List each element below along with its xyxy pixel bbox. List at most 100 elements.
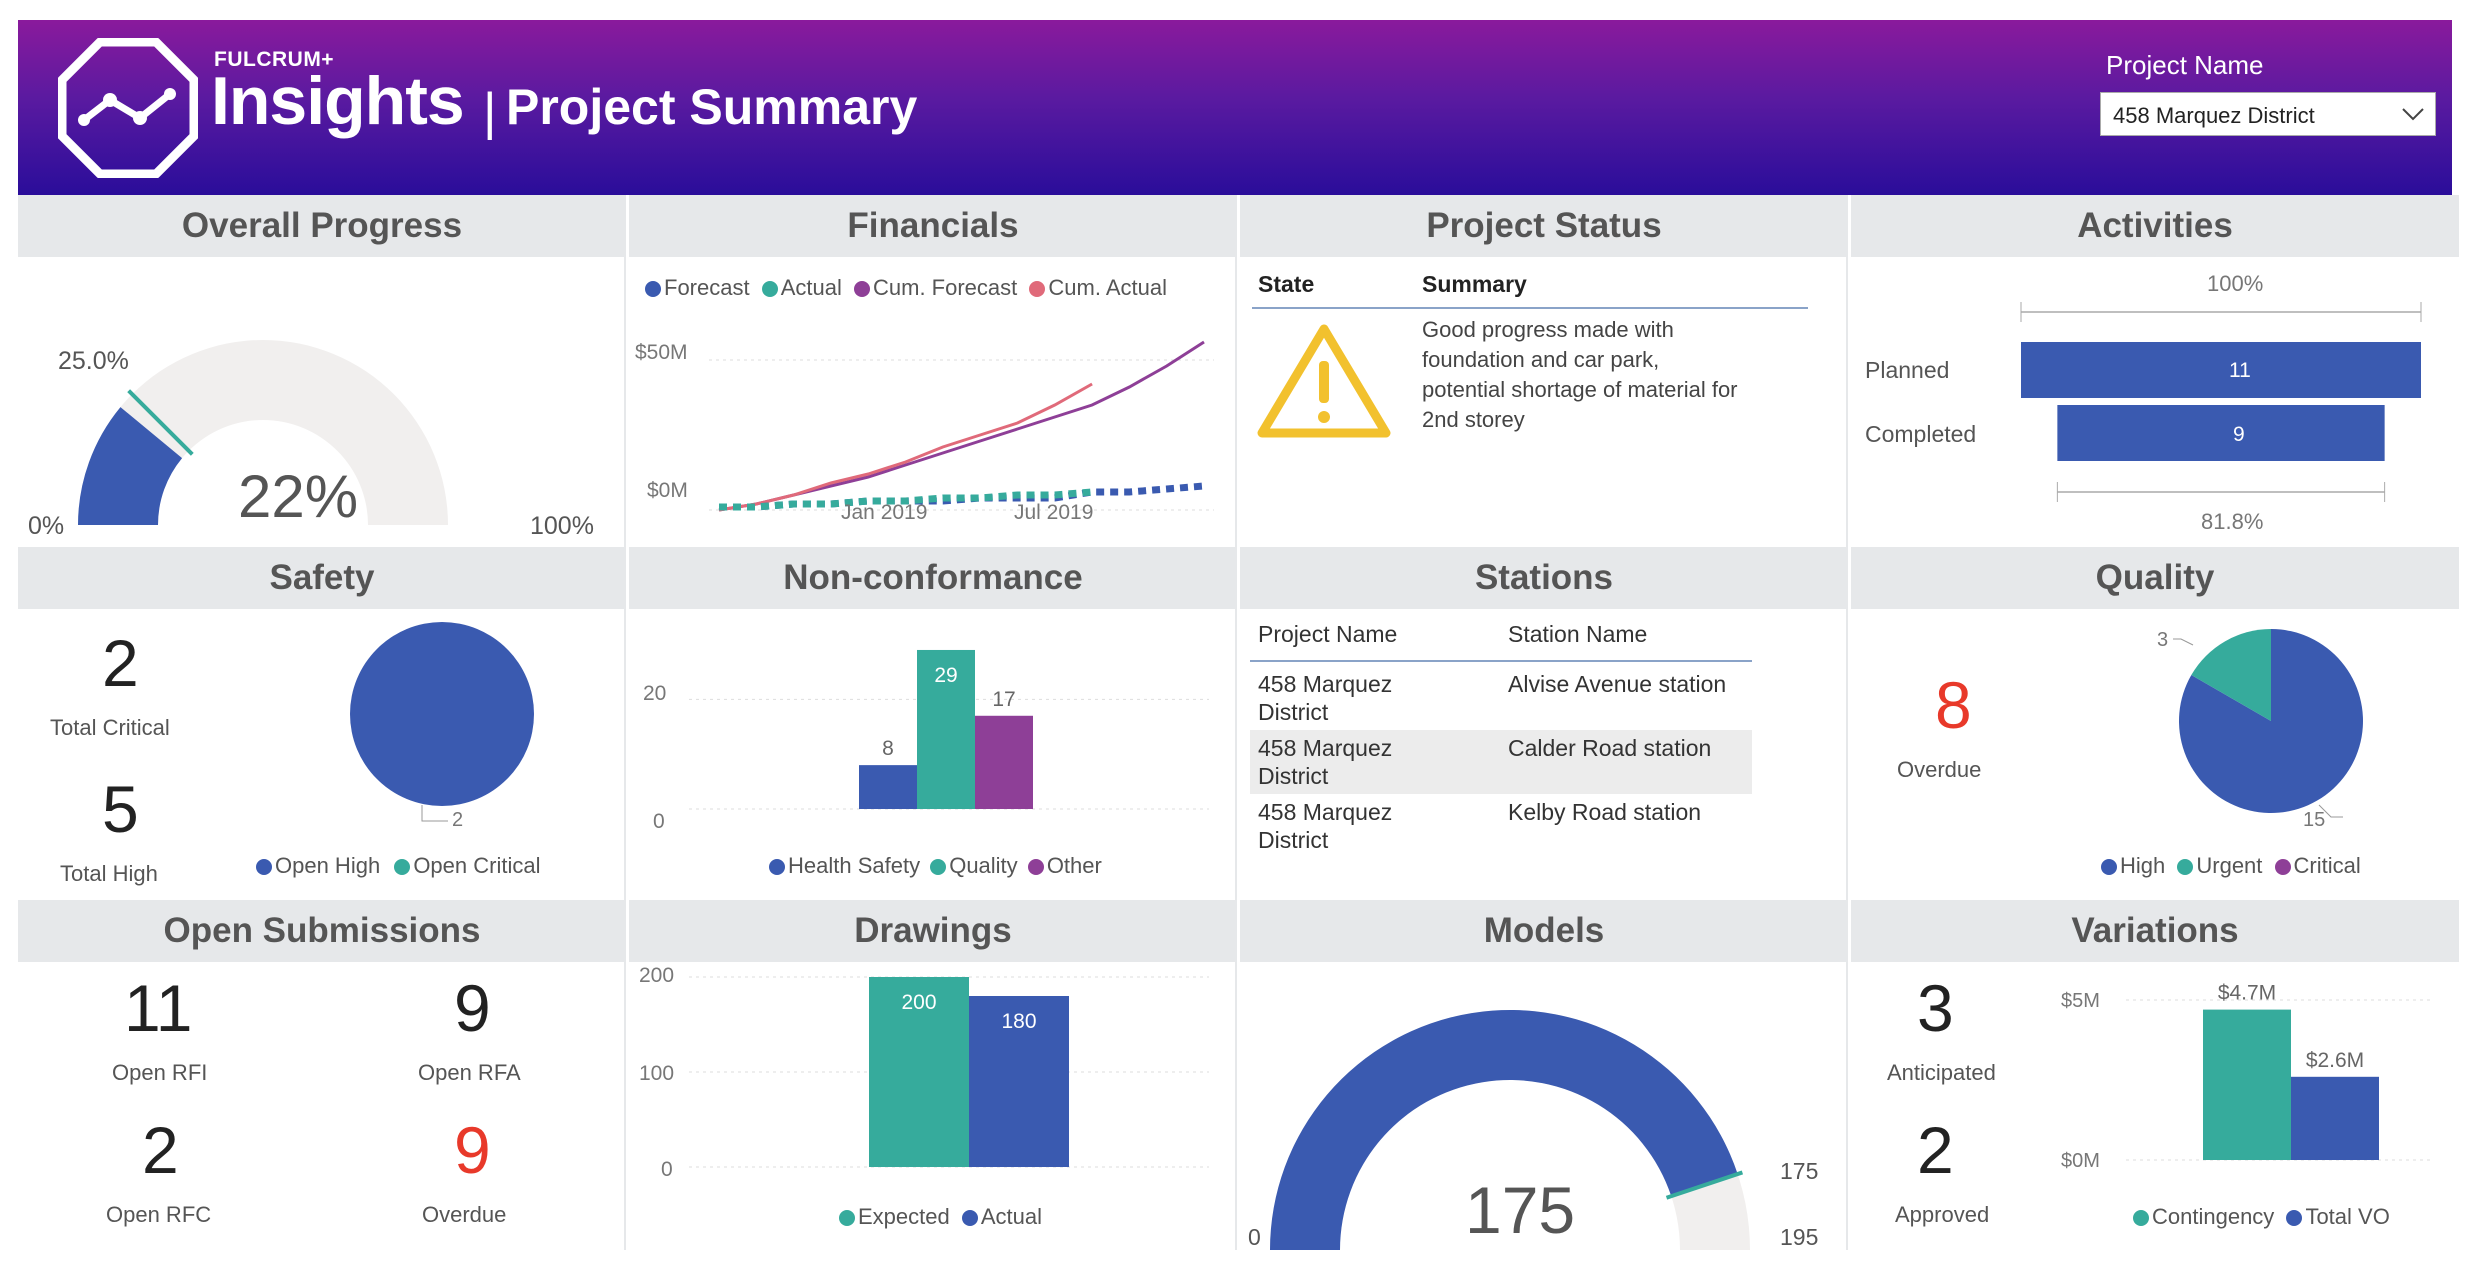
table-cell-project: 458 Marquez District	[1250, 794, 1500, 858]
panel-title: Drawings	[629, 900, 1237, 962]
open-rfc-label: Open RFC	[106, 1202, 212, 1227]
activities-panel: Activities 100% Planned Completed 11 9 8…	[1851, 195, 2459, 545]
panel-title: Project Status	[1240, 195, 1848, 257]
bar-value-label: 8	[882, 737, 894, 760]
submissions-overdue-value: 9	[454, 1113, 491, 1187]
series-line-cum-forecast	[718, 340, 1205, 512]
financials-line-chart	[709, 340, 1214, 512]
panel-title: Stations	[1240, 547, 1848, 609]
overall-progress-panel: Overall Progress 22% 25.0% 0% 100%	[18, 195, 626, 545]
legend-swatch	[2274, 859, 2291, 875]
table-cell-station: Kelby Road station	[1508, 799, 1702, 825]
header-banner: FULCRUM+ Insights | Project Summary Proj…	[18, 20, 2452, 195]
cell-text: District	[1258, 763, 1329, 789]
table-row[interactable]: 458 Marquez District Kelby Road station	[1250, 794, 1752, 858]
bar-value-label: 17	[992, 688, 1015, 711]
legend-label: Health Safety	[788, 853, 921, 878]
dashboard: FULCRUM+ Insights | Project Summary Proj…	[18, 20, 2459, 1250]
legend-swatch	[2133, 1210, 2149, 1226]
funnel-bottom-label: 81.8%	[2201, 509, 2264, 534]
brand-separator: |	[483, 83, 497, 141]
legend-swatch	[2177, 859, 2194, 875]
quality-legend: High Urgent Critical	[2101, 853, 2361, 879]
gauge-min-label: 0	[1248, 1224, 1261, 1250]
table-cell-station: Alvise Avenue station	[1508, 671, 1727, 697]
financials-panel: Financials Forecast Actual Cum. Forecast…	[629, 195, 1237, 545]
cell-text: District	[1258, 699, 1329, 725]
legend-label: Urgent	[2196, 853, 2263, 878]
gauge-max-label: 100%	[530, 512, 594, 540]
legend-label: High	[2120, 853, 2166, 878]
summary-line: foundation and car park,	[1422, 347, 1660, 372]
activities-funnel-chart	[2020, 302, 2422, 502]
summary-line: Good progress made with	[1422, 317, 1674, 342]
nonconformance-legend: Health Safety Quality Other	[769, 853, 1102, 879]
bar-value-label: 200	[901, 991, 936, 1014]
x-tick: Jul 2019	[1014, 501, 1094, 524]
legend-swatch	[769, 859, 785, 875]
table-row[interactable]: 458 Marquez District Calder Road station	[1250, 730, 1752, 794]
completed-label: Completed	[1865, 421, 1977, 447]
legend-swatch	[256, 859, 272, 875]
panel-title: Non-conformance	[629, 547, 1237, 609]
legend-label: Open Critical	[413, 853, 541, 878]
submissions-overdue-label: Overdue	[422, 1202, 507, 1227]
funnel-bar-planned	[2021, 342, 2421, 398]
legend-label: Contingency	[2152, 1204, 2275, 1229]
bar-value-label: 29	[934, 664, 957, 687]
models-panel: Models 175 0 175 195	[1240, 900, 1848, 1250]
table-header-row: Project Name Station Name	[1250, 609, 1752, 661]
series-line-cum-actual	[718, 382, 1093, 512]
table-cell-station: Calder Road station	[1508, 735, 1712, 761]
col-state-header: State	[1258, 271, 1315, 297]
funnel-bar-completed	[2057, 405, 2385, 461]
gauge-max-label: 195	[1780, 1224, 1819, 1250]
open-submissions-panel: Open Submissions 11 Open RFI 9 Open RFA …	[18, 900, 626, 1250]
table-cell-project: 458 Marquez District	[1250, 661, 1500, 730]
cell-text: 458 Marquez	[1258, 799, 1393, 825]
variations-legend: Contingency Total VO	[2133, 1204, 2390, 1230]
project-name-dropdown[interactable]: 458 Marquez District	[2100, 92, 2436, 136]
project-status-panel: Project Status State Summary Good progre…	[1240, 195, 1848, 545]
pie-leader-line	[421, 805, 448, 822]
project-name-label: Project Name	[2106, 50, 2264, 80]
completed-value: 9	[2233, 423, 2245, 446]
panel-title: Variations	[1851, 900, 2459, 962]
table-row[interactable]: 458 Marquez District Alvise Avenue statio…	[1250, 661, 1752, 730]
gauge-target-label: 25.0%	[58, 347, 129, 375]
legend-swatch	[2101, 859, 2117, 875]
quality-panel: Quality 8 Overdue 3 15 High Urgent Criti…	[1851, 547, 2459, 897]
gauge-target-label: 175	[1780, 1158, 1819, 1184]
panel-title: Open Submissions	[18, 900, 626, 962]
column-header-station[interactable]: Station Name	[1500, 609, 1752, 661]
bar-contingency	[2203, 1009, 2291, 1160]
summary-line: 2nd storey	[1422, 407, 1525, 432]
table-cell-project: 458 Marquez District	[1250, 730, 1500, 794]
col-summary-header: Summary	[1422, 271, 1527, 297]
pie-leader-line	[2173, 638, 2194, 646]
bar-other	[975, 715, 1033, 809]
bar-value-label: $4.7M	[2218, 982, 2276, 1005]
summary-line: potential shortage of material for	[1422, 377, 1738, 402]
legend-swatch	[2286, 1210, 2303, 1226]
legend-swatch	[1027, 859, 1044, 875]
bar-value-label: $2.6M	[2306, 1049, 2364, 1072]
gauge-min-label: 0%	[28, 512, 65, 540]
safety-legend: Open High Open Critical	[256, 853, 540, 879]
panel-title: Models	[1240, 900, 1848, 962]
bar-value-label: 180	[1001, 1010, 1036, 1033]
safety-panel: Safety 2 Total Critical 5 Total High 2 O…	[18, 547, 626, 897]
status-summary: Good progress made with foundation and c…	[1422, 315, 1738, 435]
legend-swatch	[394, 859, 411, 875]
planned-value: 11	[2229, 359, 2251, 382]
column-header-project[interactable]: Project Name	[1250, 609, 1500, 661]
open-rfc-value: 2	[142, 1113, 179, 1187]
chevron-down-icon	[2402, 108, 2424, 121]
legend-label: Quality	[949, 853, 1018, 878]
safety-pie-slice	[350, 622, 534, 806]
x-tick: Jan 2019	[841, 501, 928, 524]
bar-total-vo	[2291, 1076, 2379, 1160]
legend-swatch	[961, 1210, 978, 1226]
legend-label: Total VO	[2305, 1204, 2390, 1229]
open-rfa-label: Open RFA	[418, 1060, 521, 1085]
